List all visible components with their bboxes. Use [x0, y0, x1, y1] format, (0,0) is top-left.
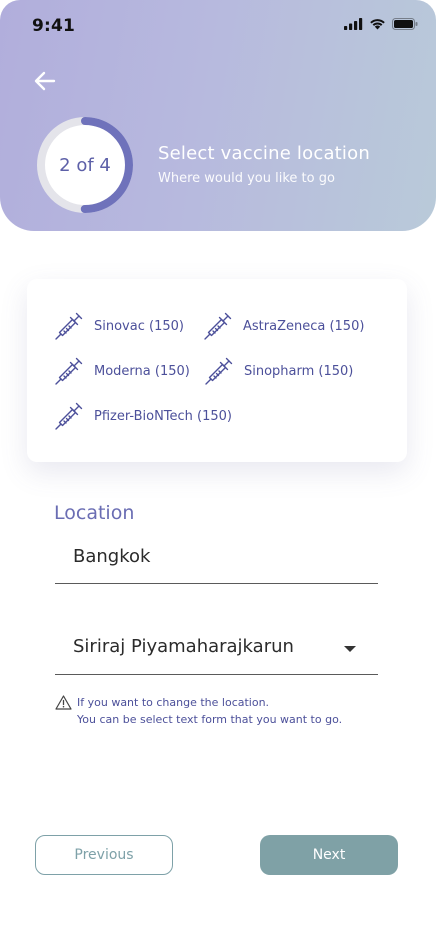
header: 9:41 2 of 4 Select vaccine location Wher…	[0, 0, 436, 231]
vaccine-label: Sinovac (150)	[94, 318, 184, 334]
hint-line-2: You can be select text form that you wan…	[77, 713, 343, 726]
warning-icon	[55, 695, 72, 710]
location-field-value: Bangkok	[73, 546, 151, 567]
signal-icon	[344, 18, 363, 30]
location-field[interactable]: Bangkok	[55, 538, 378, 584]
syringe-icon	[55, 402, 83, 430]
screen: 9:41 2 of 4 Select vaccine location Wher…	[0, 0, 436, 932]
step-counter: 2 of 4	[59, 154, 111, 176]
vaccine-label: Pfizer-BioNTech (150)	[94, 408, 233, 424]
hospital-select-value: Siriraj Piyamaharajkarun	[73, 636, 294, 657]
vaccine-item-pfizer: Pfizer-BioNTech (150)	[54, 401, 232, 431]
vaccine-label: Sinopharm (150)	[244, 363, 354, 379]
status-time: 9:41	[32, 16, 76, 36]
vaccine-item-sinopharm: Sinopharm (150)	[204, 356, 353, 386]
step-progress-ring: 2 of 4	[36, 116, 134, 214]
vaccine-item-moderna: Moderna (150)	[54, 356, 190, 386]
hint-line-1: If you want to change the location.	[77, 696, 270, 709]
arrow-left-icon	[34, 71, 56, 91]
vaccine-label: AstraZeneca (150)	[243, 318, 365, 334]
vaccine-availability-card: Sinovac (150) AstraZeneca (150) Moderna …	[27, 279, 407, 462]
vaccine-label: Moderna (150)	[94, 363, 190, 379]
back-button[interactable]	[30, 66, 60, 96]
chevron-down-icon	[344, 646, 356, 652]
page-subtitle: Where would you like to go	[158, 171, 335, 186]
syringe-icon	[205, 357, 233, 385]
syringe-icon	[55, 357, 83, 385]
syringe-icon	[204, 312, 232, 340]
location-label: Location	[54, 502, 135, 524]
previous-button[interactable]: Previous	[35, 835, 173, 875]
battery-icon	[392, 18, 418, 30]
vaccine-item-sinovac: Sinovac (150)	[54, 311, 184, 341]
syringe-icon	[55, 312, 83, 340]
next-button[interactable]: Next	[260, 835, 398, 875]
status-bar: 9:41	[0, 0, 436, 54]
hospital-select[interactable]: Siriraj Piyamaharajkarun	[55, 628, 378, 675]
page-title: Select vaccine location	[158, 143, 370, 164]
status-icons	[344, 18, 418, 30]
vaccine-item-astrazeneca: AstraZeneca (150)	[203, 311, 364, 341]
wifi-icon	[370, 19, 385, 30]
